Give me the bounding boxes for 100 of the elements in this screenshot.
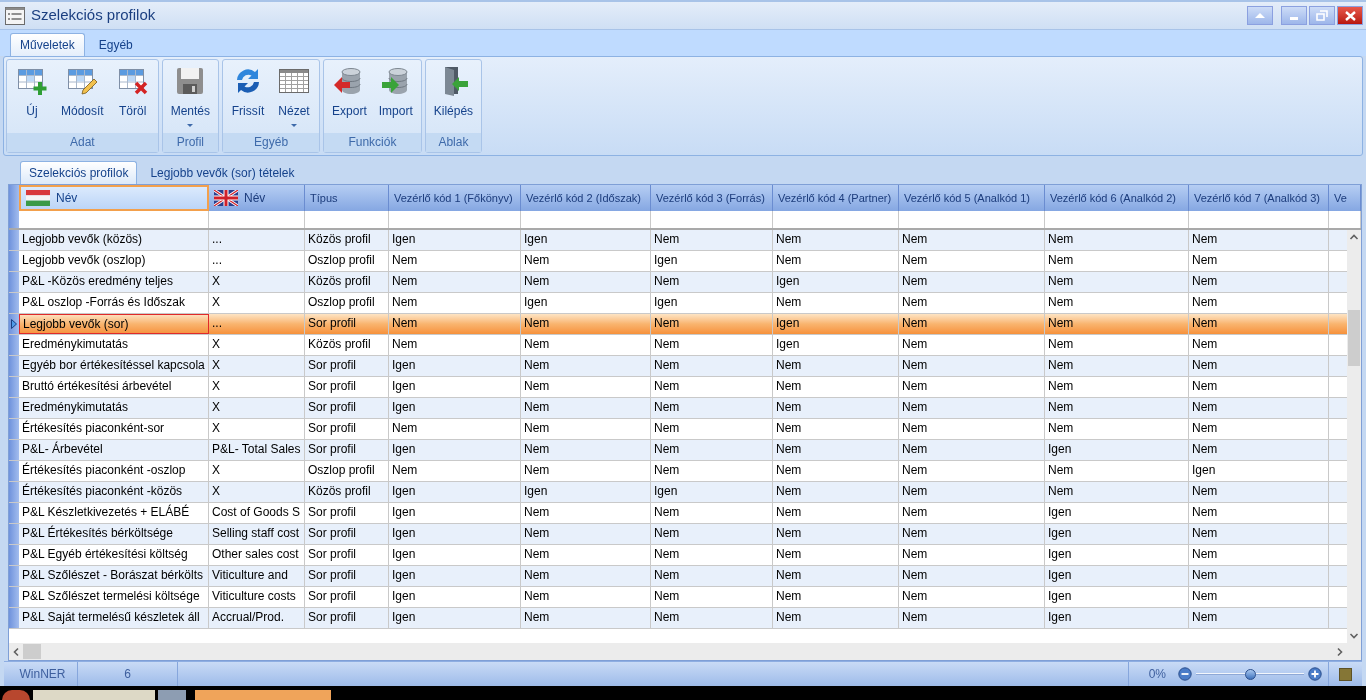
ribbon-button[interactable]: Frissít (226, 65, 271, 133)
table-cell: Nem (1189, 377, 1329, 397)
table-row[interactable]: P&L Értékesítés bérköltsége Selling staff cost Sor profil Igen Nem Nem Nem Nem Igen Nem (9, 524, 1347, 545)
table-cell: Nem (651, 398, 773, 418)
table-cell: Legjobb vevők (sor) (19, 314, 209, 334)
table-cell: Igen (773, 272, 899, 292)
table-row[interactable]: P&L Készletkivezetés + ELÁBÉ Cost of Goods S Sor profil Igen Nem Nem Nem Nem Igen Nem (9, 503, 1347, 524)
row-header (9, 587, 19, 607)
column-header[interactable]: Vezérlő kód 4 (Partner) (773, 185, 899, 211)
table-row[interactable]: Egyéb bor értékesítéssel kapcsola X Sor profil Igen Nem Nem Nem Nem Nem Nem (9, 356, 1347, 377)
table-cell: Nem (773, 398, 899, 418)
slider-thumb[interactable] (1244, 668, 1256, 680)
table-cell: Igen (389, 503, 521, 523)
table-cell: Igen (1045, 440, 1189, 460)
table-cell: Nem (773, 566, 899, 586)
table-cell: Nem (651, 335, 773, 355)
ribbon-tab[interactable]: Egyéb (88, 33, 143, 56)
ribbon-button[interactable]: Nézet (272, 65, 317, 133)
ribbon-button[interactable]: Kilépés (428, 65, 479, 133)
table-row[interactable]: P&L oszlop -Forrás és Időszak X Oszlop profil Nem Igen Igen Nem Nem Nem Nem (9, 293, 1347, 314)
table-row[interactable]: Értékesítés piaconként -oszlop X Oszlop profil Nem Nem Nem Nem Nem Nem Igen (9, 461, 1347, 482)
table-cell: Nem (651, 545, 773, 565)
table-cell: Nem (651, 419, 773, 439)
table-cell: Értékesítés piaconként -közös (19, 482, 209, 502)
table-cell: P&L- Total Sales (209, 440, 305, 460)
table-cell: Selling staff cost (209, 524, 305, 544)
table-row[interactable]: P&L Egyéb értékesítési költség Other sales cost Sor profil Igen Nem Nem Nem Nem Igen Nem (9, 545, 1347, 566)
table-row[interactable]: P&L Saját termelésű készletek áll Accrual/Prod. Sor profil Igen Nem Nem Nem Nem Igen Nem (9, 608, 1347, 629)
zoom-in-icon[interactable] (1308, 667, 1322, 681)
ribbon-button[interactable]: Töröl (110, 65, 155, 133)
scrollbar-thumb[interactable] (1348, 310, 1360, 366)
table-cell: Nem (1045, 293, 1189, 313)
column-header[interactable]: Név (19, 185, 209, 211)
table-cell: Nem (1189, 587, 1329, 607)
row-header (9, 503, 19, 523)
column-header[interactable]: Vezérlő kód 5 (Analkód 1) (899, 185, 1045, 211)
column-header[interactable]: Vezérlő kód 7 (Analkód 3) (1189, 185, 1329, 211)
column-header[interactable]: Vezérlő kód 6 (Analkód 2) (1045, 185, 1189, 211)
table-cell: Nem (1189, 608, 1329, 628)
ribbon-button[interactable]: Export (327, 65, 372, 133)
document-tab[interactable]: Szelekciós profilok (20, 161, 138, 184)
scrollbar-thumb[interactable] (23, 644, 41, 659)
table-row[interactable]: Eredménykimutatás X Közös profil Nem Nem Nem Igen Nem Nem Nem (9, 335, 1347, 356)
minimize-button[interactable] (1281, 6, 1307, 25)
row-header (9, 419, 19, 439)
table-cell: Nem (899, 608, 1045, 628)
table-cell: Nem (1045, 398, 1189, 418)
taskbar-button[interactable] (158, 690, 186, 700)
zoom-out-icon[interactable] (1178, 667, 1192, 681)
table-cell: Legjobb vevők (közös) (19, 230, 209, 250)
ribbon-button[interactable]: Import (373, 65, 418, 133)
column-header[interactable]: Típus (305, 185, 389, 211)
table-cell: Igen (389, 545, 521, 565)
horizontal-scrollbar[interactable] (9, 643, 1361, 660)
table-cell: Igen (521, 293, 651, 313)
table-cell: Nem (521, 419, 651, 439)
ribbon-button[interactable]: Mentés (165, 65, 216, 133)
table-cell: Nem (773, 503, 899, 523)
table-cell: Sor profil (305, 566, 389, 586)
table-row[interactable]: Legjobb vevők (sor) ... Sor profil Nem Nem Nem Igen Nem Nem Nem (9, 314, 1347, 335)
table-cell: Nem (651, 356, 773, 376)
table-cell: Igen (521, 482, 651, 502)
table-row[interactable]: Legjobb vevők (közös) ... Közös profil Igen Igen Nem Nem Nem Nem Nem (9, 230, 1347, 251)
table-row[interactable]: Bruttó értékesítési árbevétel X Sor profil Igen Nem Nem Nem Nem Nem Nem (9, 377, 1347, 398)
table-cell: Nem (1045, 482, 1189, 502)
zoom-slider[interactable] (1196, 668, 1304, 680)
table-row[interactable]: Eredménykimutatás X Sor profil Igen Nem Nem Nem Nem Nem Nem (9, 398, 1347, 419)
table-row[interactable]: P&L Szőlészet - Borászat bérkölts Viticulture and Sor profil Igen Nem Nem Nem Nem Igen Nem (9, 566, 1347, 587)
table-row[interactable]: Legjobb vevők (oszlop) ... Oszlop profil Nem Nem Igen Nem Nem Nem Nem (9, 251, 1347, 272)
column-header[interactable]: Név (209, 185, 305, 211)
taskbar-button[interactable] (195, 690, 331, 700)
column-header[interactable]: Vezérlő kód 2 (Időszak) (521, 185, 651, 211)
ribbon-tab[interactable]: Műveletek (10, 33, 85, 56)
table-cell: Nem (1045, 356, 1189, 376)
table-row[interactable]: P&L- Árbevétel P&L- Total Sales Sor profil Igen Nem Nem Nem Nem Igen Nem (9, 440, 1347, 461)
table-row[interactable]: Értékesítés piaconként -közös X Közös profil Igen Igen Igen Nem Nem Nem Nem (9, 482, 1347, 503)
table-cell: Közös profil (305, 335, 389, 355)
row-header (9, 545, 19, 565)
table-cell: Nem (651, 566, 773, 586)
close-button[interactable] (1337, 6, 1363, 25)
column-header[interactable]: Vezérlő kód 3 (Forrás) (651, 185, 773, 211)
table-cell: Igen (1045, 545, 1189, 565)
table-row[interactable]: P&L -Közös eredmény teljes X Közös profil Nem Nem Nem Igen Nem Nem Nem (9, 272, 1347, 293)
ribbon-collapse-button[interactable] (1247, 6, 1273, 25)
table-row[interactable]: P&L Szőlészet termelési költsége Viticulture costs Sor profil Igen Nem Nem Nem Nem Igen Nem (9, 587, 1347, 608)
row-header (9, 293, 19, 313)
table-cell: Nem (773, 482, 899, 502)
row-header (9, 356, 19, 376)
column-header[interactable]: Ve (1329, 185, 1361, 211)
table-cell: Nem (899, 293, 1045, 313)
table-cell: Sor profil (305, 608, 389, 628)
ribbon-button[interactable]: Módosít (56, 65, 109, 133)
start-button[interactable] (2, 690, 30, 700)
vertical-scrollbar[interactable] (1347, 230, 1361, 643)
column-header[interactable]: Vezérlő kód 1 (Főkönyv) (389, 185, 521, 211)
table-row[interactable]: Értékesítés piaconként-sor X Sor profil Nem Nem Nem Nem Nem Nem Nem (9, 419, 1347, 440)
table-cell: Igen (389, 566, 521, 586)
ribbon-button[interactable]: Új (10, 65, 54, 133)
document-tab[interactable]: Legjobb vevők (sor) tételek (141, 161, 304, 184)
table-cell: Nem (1189, 335, 1329, 355)
